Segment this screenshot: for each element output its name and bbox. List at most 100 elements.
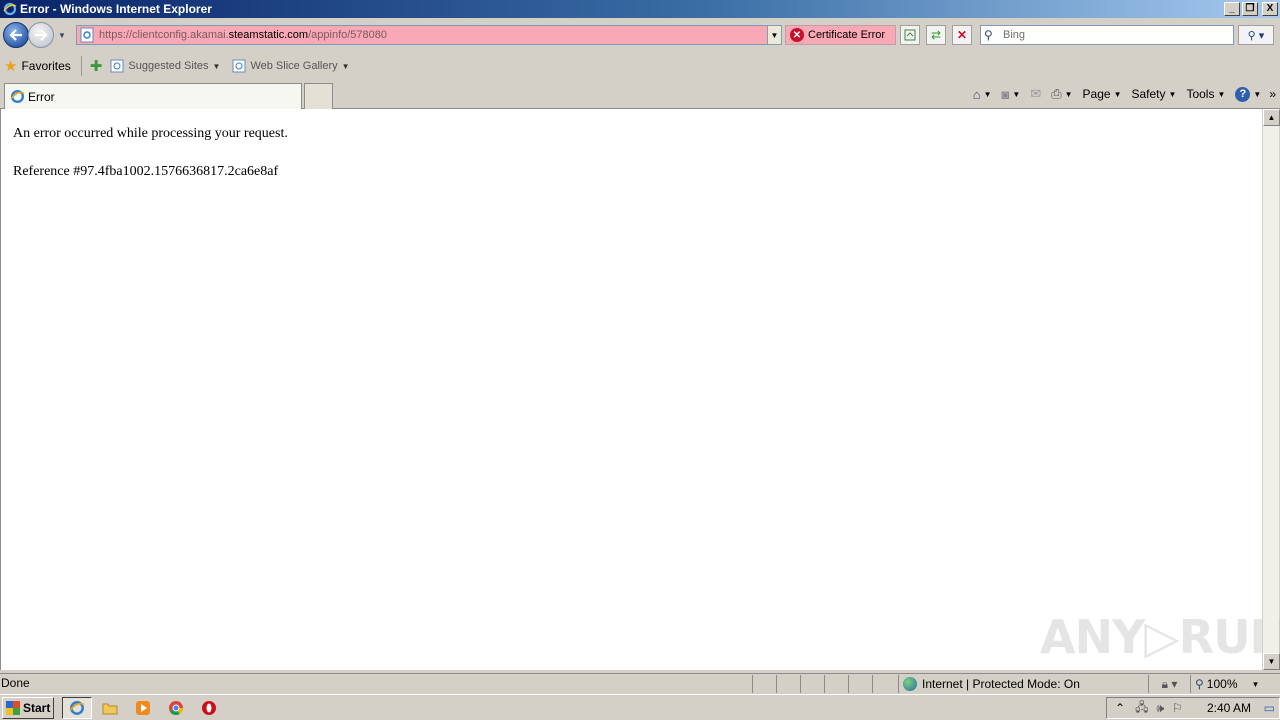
printer-icon: ⎙ <box>1051 86 1062 101</box>
page-menu-label: Page <box>1082 87 1111 101</box>
security-zone[interactable]: Internet | Protected Mode: On <box>898 675 1148 693</box>
security-zone-label: Internet | Protected Mode: On <box>922 677 1080 691</box>
tools-menu[interactable]: Tools ▼ <box>1186 87 1225 101</box>
start-button[interactable]: Start <box>2 696 54 719</box>
error-reference: Reference #97.4fba1002.1576636817.2ca6e8… <box>13 164 279 179</box>
feeds-button[interactable]: ◙ ▼ <box>1002 87 1021 102</box>
media-player-icon <box>136 700 150 715</box>
volume-icon[interactable]: 🕪︎ <box>1156 701 1164 716</box>
suggested-sites-label: Suggested Sites <box>128 60 209 72</box>
help-icon: ? <box>1235 86 1251 102</box>
favorites-label: Favorites <box>21 59 71 73</box>
anyrun-watermark: ANY▷RUN <box>1040 610 1280 664</box>
tab-label: Error <box>28 89 55 104</box>
ie-page-icon <box>110 59 124 73</box>
status-panel <box>848 675 872 693</box>
home-button[interactable]: ⌂ ▼ <box>973 87 992 102</box>
chevron-down-icon: ▼ <box>1113 89 1122 99</box>
windows-logo-icon <box>6 700 20 715</box>
forward-arrow-icon <box>35 29 48 41</box>
status-panel <box>872 675 898 693</box>
system-tray: ⌃ 🖧︎ 🕪︎ ⚐ 2:40 AM ▭ <box>1106 697 1280 719</box>
close-button[interactable]: X <box>1262 2 1278 16</box>
clock[interactable]: 2:40 AM <box>1207 701 1251 715</box>
stop-button[interactable]: ✕ <box>952 25 972 45</box>
ie-logo-icon <box>3 2 17 16</box>
refresh-icon: ⇄ <box>930 28 942 42</box>
folder-icon <box>102 703 118 714</box>
error-message: An error occurred while processing your … <box>13 126 288 141</box>
web-slice-gallery-link[interactable]: Web Slice Gallery ▼ <box>232 59 350 73</box>
chevron-down-icon: ▼ <box>1012 89 1021 99</box>
opera-icon <box>202 700 216 715</box>
chevron-down-icon: ▼ <box>341 61 350 71</box>
ie-logo-icon <box>10 89 25 104</box>
home-icon: ⌂ <box>972 86 981 102</box>
web-slice-gallery-label: Web Slice Gallery <box>250 60 338 72</box>
zoom-button[interactable]: ⚲ 100% ▼ <box>1190 675 1259 693</box>
back-button[interactable] <box>3 22 29 48</box>
restore-button[interactable]: ❐ <box>1242 2 1258 16</box>
safety-menu-label: Safety <box>1131 87 1166 101</box>
suggested-sites-link[interactable]: Suggested Sites ▼ <box>110 59 220 73</box>
navigation-bar: ▼ https://clientconfig.akamai.steamstati… <box>0 18 1280 52</box>
search-input[interactable]: ⚲ Bing <box>980 25 1234 45</box>
help-menu[interactable]: ? ▼ <box>1235 86 1261 102</box>
address-dropdown-button[interactable]: ▼ <box>767 26 781 44</box>
shield-error-icon: ✕ <box>790 28 804 42</box>
taskbar-chrome[interactable] <box>161 697 191 719</box>
url-path: /appinfo/578080 <box>308 29 388 41</box>
title-bar: Error - Windows Internet Explorer _ ❐ X <box>0 0 1280 18</box>
page-menu[interactable]: Page ▼ <box>1083 87 1122 101</box>
favorites-bar: ★ Favorites ✚ Suggested Sites ▼ Web Slic… <box>0 52 1280 80</box>
taskbar-media-player[interactable] <box>128 697 158 719</box>
scroll-up-button[interactable]: ▲ <box>1263 109 1280 126</box>
toolbar-overflow-button[interactable]: » <box>1269 87 1276 101</box>
add-to-favorites-icon[interactable]: ✚ <box>90 57 103 75</box>
print-button[interactable]: ⎙ ▼ <box>1051 86 1072 102</box>
minimize-button[interactable]: _ <box>1224 2 1240 16</box>
taskbar-file-explorer[interactable] <box>95 697 125 719</box>
favorites-separator <box>80 56 82 76</box>
status-text: Done <box>1 676 30 690</box>
forward-button[interactable] <box>28 22 54 48</box>
show-desktop-icon[interactable]: ▭ <box>1264 701 1275 715</box>
status-panel <box>776 675 800 693</box>
show-hidden-icons-button[interactable]: ⌃ <box>1115 701 1125 715</box>
favorites-button[interactable]: ★ Favorites <box>4 57 71 75</box>
start-label: Start <box>23 700 51 715</box>
tab-error[interactable]: Error <box>4 83 302 109</box>
favorites-star-icon: ★ <box>4 58 18 75</box>
recent-pages-dropdown[interactable]: ▼ <box>56 31 68 40</box>
certificate-error-button[interactable]: ✕ Certificate Error <box>785 25 896 45</box>
chevron-down-icon: ▼ <box>1064 89 1073 99</box>
back-arrow-icon <box>9 29 22 41</box>
chevron-down-icon: ▼ <box>212 61 221 71</box>
lock-icon: 🔒︎ ▾ <box>1161 676 1178 691</box>
taskbar: Start ⌃ 🖧︎ 🕪︎ ⚐ 2:40 AM ▭ <box>0 694 1280 720</box>
certificate-error-label: Certificate Error <box>808 29 886 41</box>
scroll-down-button[interactable]: ▼ <box>1263 653 1280 670</box>
taskbar-opera[interactable] <box>194 697 224 719</box>
refresh-button[interactable]: ⇄ <box>926 25 946 45</box>
search-icon: ⚲ <box>984 28 993 42</box>
chevron-down-icon: ▼ <box>983 89 992 99</box>
chevron-down-icon: ▼ <box>1217 89 1226 99</box>
protected-mode-button[interactable]: 🔒︎ ▾ <box>1148 675 1190 693</box>
taskbar-internet-explorer[interactable] <box>62 696 92 719</box>
compatibility-icon <box>904 29 916 41</box>
compatibility-view-button[interactable] <box>900 25 920 45</box>
network-icon[interactable]: 🖧︎ <box>1135 698 1148 719</box>
search-go-button[interactable]: ⚲ ▾ <box>1238 25 1274 45</box>
page-content: An error occurred while processing your … <box>0 109 1262 670</box>
read-mail-button[interactable]: ✉ <box>1030 86 1041 102</box>
url-text[interactable]: https://clientconfig.akamai.steamstatic.… <box>99 29 767 41</box>
address-bar[interactable]: https://clientconfig.akamai.steamstatic.… <box>76 25 782 45</box>
safety-menu[interactable]: Safety ▼ <box>1132 87 1177 101</box>
chrome-icon <box>169 700 183 715</box>
chevron-down-icon: ▼ <box>1251 679 1260 689</box>
new-tab-button[interactable] <box>304 83 333 109</box>
page-icon <box>80 27 94 43</box>
vertical-scrollbar[interactable]: ▲ ▼ <box>1262 109 1280 670</box>
action-center-flag-icon[interactable]: ⚐ <box>1172 701 1183 715</box>
